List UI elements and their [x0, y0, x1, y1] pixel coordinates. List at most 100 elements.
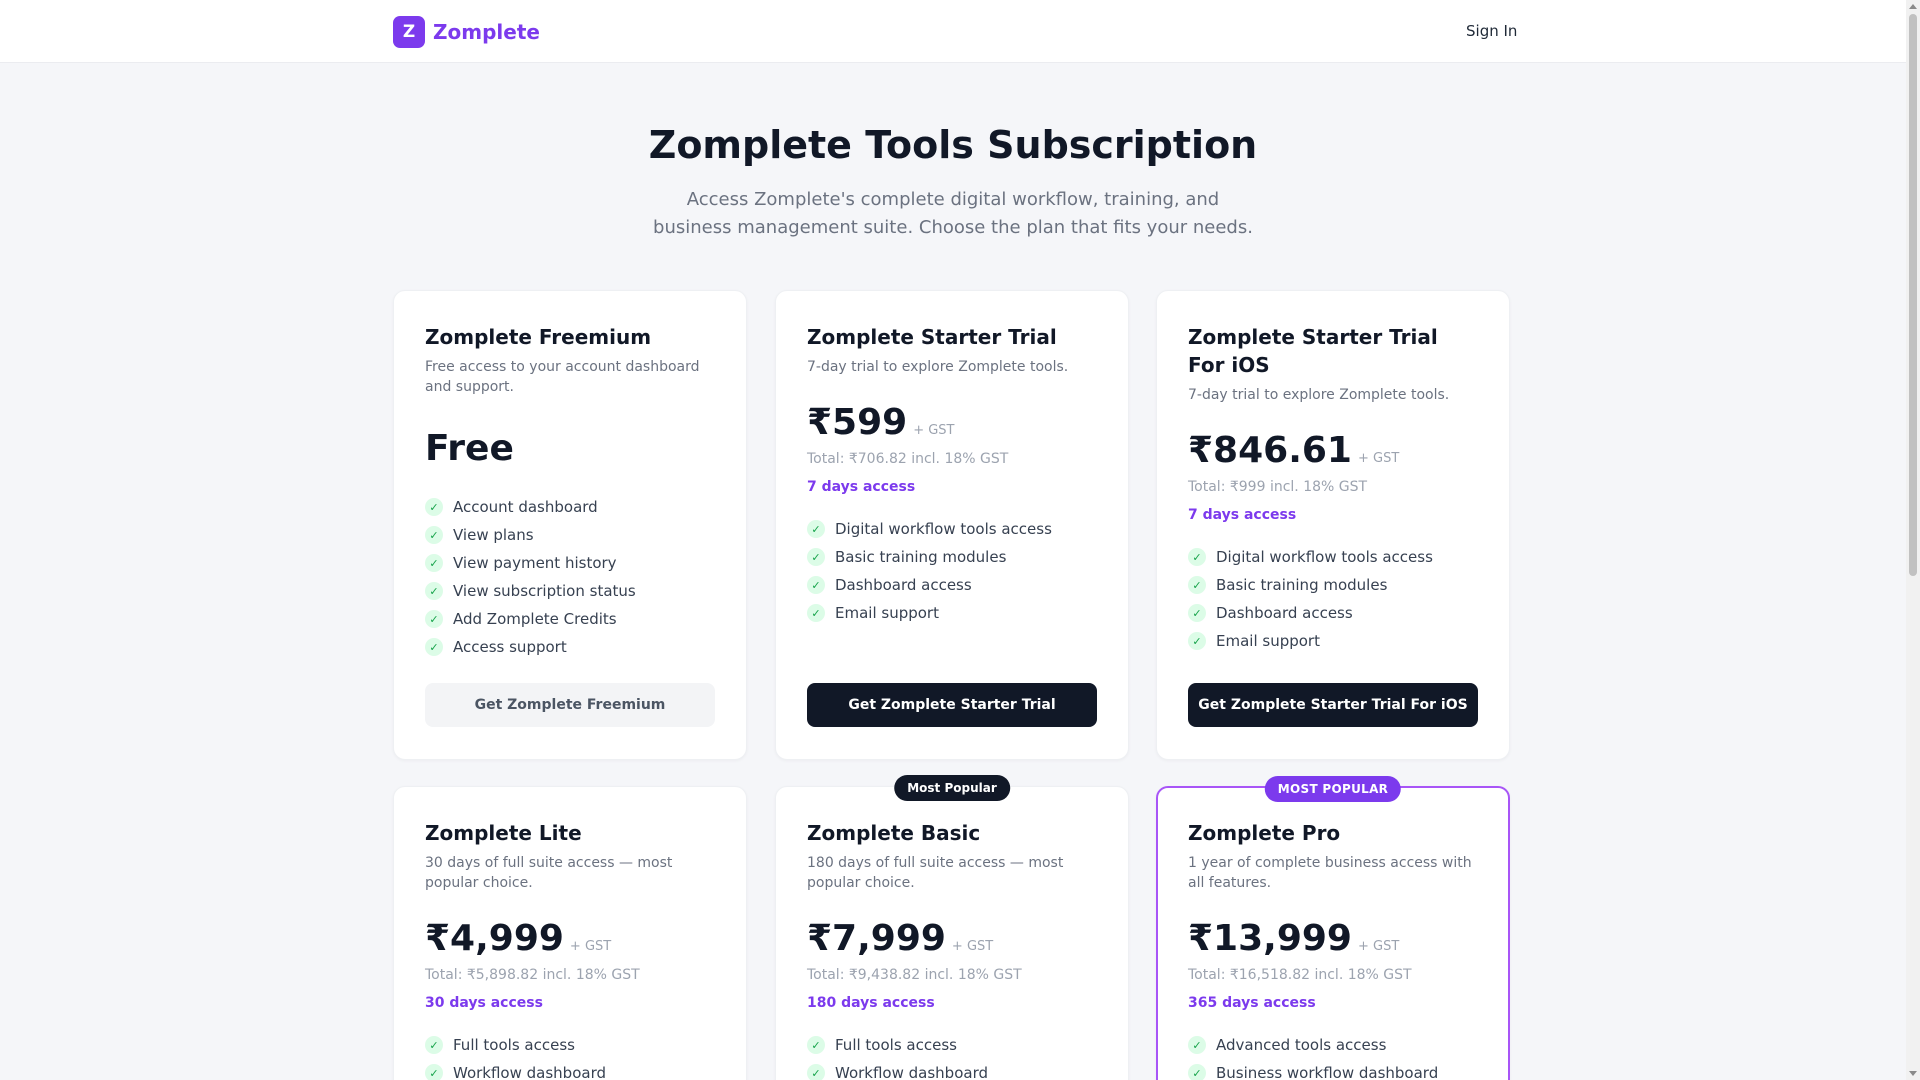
check-icon: ✓ [1188, 576, 1206, 594]
total-price: Total: ₹9,438.82 incl. 18% GST [807, 967, 1022, 983]
plan-price: ₹13,999 [1188, 918, 1352, 959]
feature-label: Account dashboard [453, 498, 598, 516]
feature-label: Email support [1216, 632, 1320, 650]
get-freemium-button[interactable]: Get Zomplete Freemium [425, 683, 715, 727]
page-title: Zomplete Tools Subscription [648, 123, 1258, 167]
gst-note: + GST [1357, 939, 1400, 954]
price-row: ₹7,999 + GST [807, 917, 1097, 961]
feature-label: Workflow dashboard [453, 1064, 606, 1080]
check-icon: ✓ [1188, 548, 1206, 566]
feature-label: Advanced tools access [1216, 1036, 1387, 1054]
price-row: ₹599 + GST [807, 401, 1097, 445]
page-scrollbar[interactable] [1906, 0, 1920, 1080]
feature-label: Business workflow dashboard [1216, 1064, 1439, 1080]
feature-item: ✓ Advanced tools access [1188, 1031, 1478, 1059]
feature-item: ✓ Dashboard access [807, 571, 1097, 599]
access-duration: 30 days access [425, 995, 543, 1011]
gst-note: + GST [1357, 451, 1400, 466]
most-popular-badge: Most Popular [894, 775, 1010, 801]
plan-name: Zomplete Pro [1188, 821, 1341, 845]
check-icon: ✓ [1188, 604, 1206, 622]
feature-label: Digital workflow tools access [1216, 548, 1433, 566]
check-icon: ✓ [425, 526, 443, 544]
feature-list: ✓ Full tools access ✓ Workflow dashboard [807, 1031, 1097, 1080]
feature-item: ✓ Workflow dashboard [425, 1059, 715, 1080]
gst-note: + GST [569, 939, 612, 954]
plan-price: ₹846.61 [1188, 430, 1352, 471]
most-popular-badge: MOST POPULAR [1264, 776, 1402, 802]
feature-item: ✓ Basic training modules [807, 543, 1097, 571]
check-icon: ✓ [425, 498, 443, 516]
check-icon: ✓ [425, 554, 443, 572]
feature-label: Access support [453, 638, 567, 656]
feature-item: ✓ View subscription status [425, 577, 715, 605]
plan-description: 30 days of full suite access — most popu… [425, 855, 673, 891]
check-icon: ✓ [807, 576, 825, 594]
plan-price: ₹599 [807, 402, 908, 443]
plan-card-starter-trial: Zomplete Starter Trial 7-day trial to ex… [775, 290, 1129, 760]
feature-item: ✓ View payment history [425, 549, 715, 577]
price-row: ₹13,999 + GST [1188, 917, 1478, 961]
feature-label: View payment history [453, 554, 617, 572]
feature-list: ✓ Digital workflow tools access ✓ Basic tr… [1188, 543, 1478, 655]
feature-item: ✓ Email support [807, 599, 1097, 627]
feature-label: Dashboard access [1216, 604, 1353, 622]
scroll-up-arrow-icon[interactable] [1909, 4, 1917, 9]
logo[interactable]: Z Zomplete [393, 16, 540, 48]
feature-item: ✓ Digital workflow tools access [1188, 543, 1478, 571]
plan-name: Zomplete Basic [807, 821, 981, 845]
feature-list: ✓ Account dashboard ✓ View plans ✓ View pay… [425, 493, 715, 661]
check-icon: ✓ [807, 1036, 825, 1054]
feature-label: Digital workflow tools access [835, 520, 1052, 538]
check-icon: ✓ [807, 604, 825, 622]
scroll-down-arrow-icon[interactable] [1909, 1071, 1917, 1076]
gst-note: + GST [913, 423, 955, 438]
feature-label: Basic training modules [835, 548, 1007, 566]
feature-label: View subscription status [453, 582, 636, 600]
feature-item: ✓ Account dashboard [425, 493, 715, 521]
plan-card-basic: Most Popular Zomplete Basic 180 days of … [775, 775, 1129, 1080]
feature-label: Email support [835, 604, 939, 622]
price-row: ₹4,999 + GST [425, 917, 715, 961]
scrollbar-thumb[interactable] [1909, 14, 1917, 576]
logo-text: Zomplete [433, 20, 540, 44]
check-icon: ✓ [807, 1064, 825, 1080]
check-icon: ✓ [425, 638, 443, 656]
feature-item: ✓ View plans [425, 521, 715, 549]
access-duration: 7 days access [807, 479, 916, 495]
check-icon: ✓ [1188, 632, 1206, 650]
feature-item: ✓ Email support [1188, 627, 1478, 655]
feature-label: Full tools access [453, 1036, 575, 1054]
total-price: Total: ₹5,898.82 incl. 18% GST [425, 967, 640, 983]
feature-item: ✓ Access support [425, 633, 715, 661]
feature-item: ✓ Digital workflow tools access [807, 515, 1097, 543]
feature-item: ✓ Workflow dashboard [807, 1059, 1097, 1080]
get-starter-trial-button[interactable]: Get Zomplete Starter Trial [807, 683, 1097, 727]
feature-item: ✓ Business workflow dashboard [1188, 1059, 1478, 1080]
feature-label: Add Zomplete Credits [453, 610, 617, 628]
feature-list: ✓ Full tools access ✓ Workflow dashboard [425, 1031, 715, 1080]
plan-card-lite: Zomplete Lite 30 days of full suite acce… [393, 786, 747, 1080]
feature-item: ✓ Basic training modules [1188, 571, 1478, 599]
check-icon: ✓ [425, 1064, 443, 1080]
check-icon: ✓ [807, 520, 825, 538]
get-starter-trial-ios-button[interactable]: Get Zomplete Starter Trial For iOS [1188, 683, 1478, 727]
plan-name: Zomplete Lite [425, 821, 582, 845]
total-price: Total: ₹706.82 incl. 18% GST [807, 451, 1009, 467]
plan-price: ₹7,999 [807, 918, 946, 959]
plan-description: Free access to your account dashboard an… [425, 359, 700, 395]
check-icon: ✓ [425, 1036, 443, 1054]
feature-label: Full tools access [835, 1036, 957, 1054]
plan-name: Zomplete Starter Trial [807, 325, 1057, 349]
check-icon: ✓ [1188, 1064, 1206, 1080]
check-icon: ✓ [807, 548, 825, 566]
top-navigation: Z Zomplete Sign In [0, 0, 1906, 63]
sign-in-link[interactable]: Sign In [1466, 22, 1517, 40]
plan-price: ₹4,999 [425, 918, 564, 959]
plan-price: Free [425, 428, 514, 469]
plan-card-pro: MOST POPULAR Zomplete Pro 1 year of comp… [1156, 776, 1510, 1080]
logo-icon: Z [393, 16, 425, 48]
feature-list: ✓ Digital workflow tools access ✓ Basic tr… [807, 515, 1097, 627]
price-row: ₹846.61 + GST [1188, 429, 1478, 473]
access-duration: 7 days access [1188, 507, 1297, 523]
